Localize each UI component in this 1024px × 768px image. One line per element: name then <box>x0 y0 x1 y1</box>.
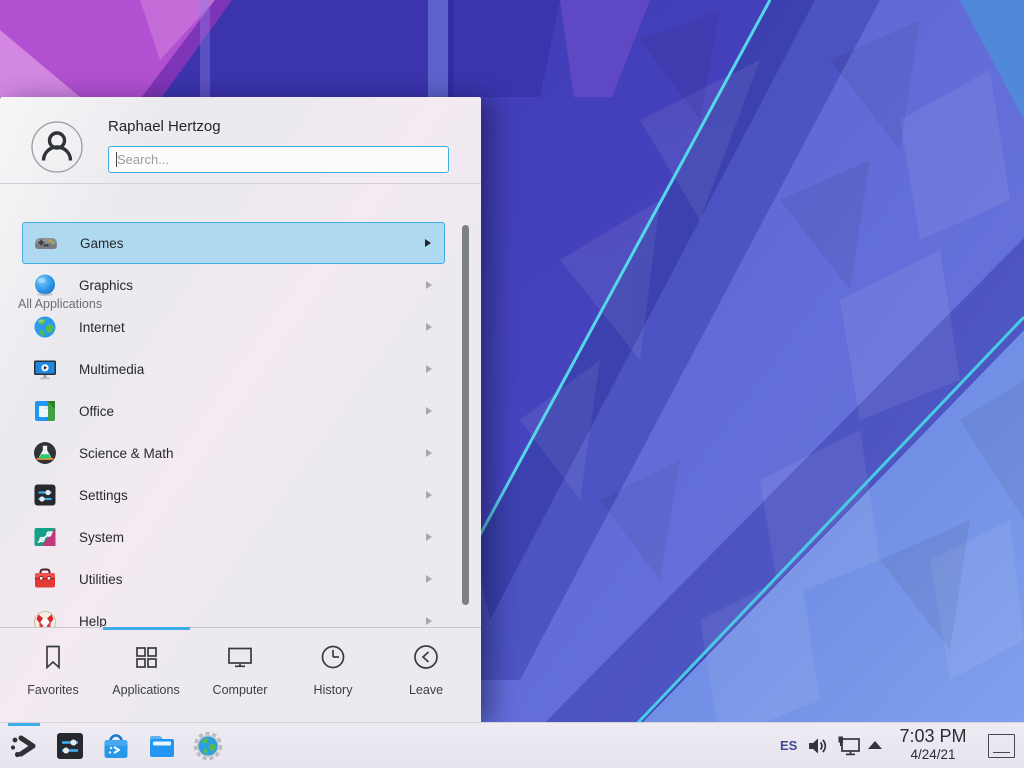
scrollbar[interactable] <box>462 225 469 605</box>
submenu-arrow-icon <box>426 365 432 373</box>
category-label: Office <box>79 404 426 419</box>
clock-time: 7:03 PM <box>891 726 975 747</box>
science-math-icon <box>32 440 58 466</box>
tab-favorites[interactable]: Favorites <box>7 634 99 714</box>
help-icon <box>32 608 58 627</box>
footer-divider <box>0 627 481 628</box>
tab-history[interactable]: History <box>287 634 379 714</box>
tab-label: History <box>287 683 379 697</box>
kde-launcher-icon <box>8 730 40 762</box>
multimedia-icon <box>32 356 58 382</box>
expand-tray-icon[interactable] <box>865 739 885 751</box>
category-label: Multimedia <box>79 362 426 377</box>
search-box[interactable] <box>108 146 449 173</box>
category-row-games[interactable]: Games <box>22 222 445 264</box>
category-label: Graphics <box>79 278 426 293</box>
category-list: Games Graphics <box>0 222 481 627</box>
category-row-multimedia[interactable]: Multimedia <box>22 348 445 390</box>
taskbar: ES 7:03 PM 4/24/21 <box>0 722 1024 768</box>
category-row-settings[interactable]: Settings <box>22 474 445 516</box>
clock-icon <box>318 642 348 672</box>
app-grid-icon <box>131 642 161 672</box>
launcher-header: Raphael Hertzog <box>0 97 481 184</box>
submenu-arrow-icon <box>426 449 432 457</box>
tab-computer[interactable]: Computer <box>194 634 286 714</box>
system-settings-icon <box>54 730 86 762</box>
category-row-science-math[interactable]: Science & Math <box>22 432 445 474</box>
application-launcher-menu: Raphael Hertzog All Applications <box>0 97 481 722</box>
search-input[interactable] <box>117 147 437 172</box>
launcher-active-indicator <box>8 723 40 726</box>
internet-icon <box>32 314 58 340</box>
category-label: Settings <box>79 488 426 503</box>
category-row-help[interactable]: Help <box>22 600 445 627</box>
keyboard-layout-indicator[interactable]: ES <box>780 738 797 753</box>
user-avatar[interactable] <box>31 121 83 173</box>
tab-label: Applications <box>100 683 192 697</box>
office-icon <box>32 398 58 424</box>
category-label: Utilities <box>79 572 426 587</box>
category-row-internet[interactable]: Internet <box>22 306 445 348</box>
category-label: Internet <box>79 320 426 335</box>
system-settings-button[interactable] <box>54 730 86 762</box>
games-icon <box>33 230 59 256</box>
discover-button[interactable] <box>100 730 132 762</box>
submenu-arrow-icon <box>426 281 432 289</box>
submenu-arrow-icon <box>426 533 432 541</box>
launcher-button[interactable] <box>8 730 40 762</box>
tab-label: Favorites <box>7 683 99 697</box>
tab-leave[interactable]: Leave <box>380 634 472 714</box>
utilities-icon <box>32 566 58 592</box>
active-tab-indicator <box>103 627 190 630</box>
leave-icon <box>411 642 441 672</box>
settings-icon <box>32 482 58 508</box>
web-browser-icon <box>192 730 224 762</box>
category-label: System <box>79 530 426 545</box>
category-row-graphics[interactable]: Graphics <box>22 264 445 306</box>
monitor-icon <box>225 642 255 672</box>
show-desktop-button[interactable] <box>988 734 1015 758</box>
submenu-arrow-icon <box>426 407 432 415</box>
category-row-utilities[interactable]: Utilities <box>22 558 445 600</box>
category-label: Help <box>79 614 426 628</box>
system-icon <box>32 524 58 550</box>
category-label: Games <box>80 236 425 251</box>
volume-icon[interactable] <box>806 734 830 758</box>
digital-clock[interactable]: 7:03 PM 4/24/21 <box>891 726 975 763</box>
desktop: Raphael Hertzog All Applications <box>0 0 1024 768</box>
submenu-arrow-icon <box>425 239 431 247</box>
user-icon <box>31 121 83 173</box>
bookmark-icon <box>38 642 68 672</box>
category-row-system[interactable]: System <box>22 516 445 558</box>
file-manager-button[interactable] <box>146 730 178 762</box>
tab-label: Leave <box>380 683 472 697</box>
user-name: Raphael Hertzog <box>108 118 221 135</box>
category-row-office[interactable]: Office <box>22 390 445 432</box>
submenu-arrow-icon <box>426 323 432 331</box>
file-manager-icon <box>146 730 178 762</box>
submenu-arrow-icon <box>426 491 432 499</box>
network-icon[interactable] <box>836 734 862 758</box>
tab-label: Computer <box>194 683 286 697</box>
category-label: Science & Math <box>79 446 426 461</box>
graphics-icon <box>32 272 58 298</box>
tab-applications[interactable]: Applications <box>100 634 192 714</box>
clock-date: 4/24/21 <box>891 747 975 763</box>
discover-store-icon <box>100 730 132 762</box>
submenu-arrow-icon <box>426 617 432 625</box>
web-browser-button[interactable] <box>192 730 224 762</box>
submenu-arrow-icon <box>426 575 432 583</box>
